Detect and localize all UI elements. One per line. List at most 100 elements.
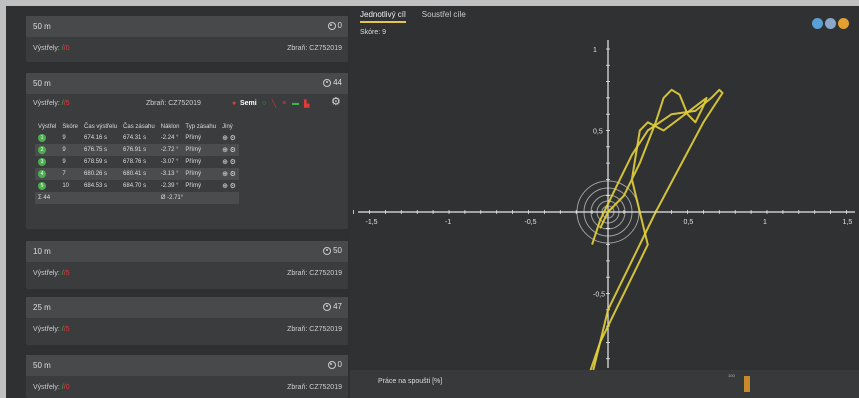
tilt-cell: -3.13 °: [157, 168, 183, 180]
shot-time-cell: 678.59 s: [84, 159, 108, 165]
table-row[interactable]: 4 7 680.26 s 680.41 s -3.13 ° Přímý ⊕ ⚙: [35, 168, 239, 180]
other-cell: ⊕ ⚙: [219, 132, 239, 144]
shot-number-badge: 2: [38, 146, 46, 154]
crosshair-icon[interactable]: ⊕: [222, 147, 228, 154]
shot-number-cell: 2: [35, 144, 60, 156]
shots-label: Výstřely:: [33, 45, 60, 52]
x-tick-label: 1: [763, 219, 767, 226]
card-info-row: Výstřely: //5 Zbraň: CZ752019: [26, 318, 348, 338]
score-value: 47: [333, 302, 342, 311]
series-card[interactable]: 10 m 50 Výstřely: //5 Zbraň: CZ752019: [26, 241, 348, 289]
gear-icon[interactable]: ⚙: [230, 183, 236, 190]
gear-icon[interactable]: ⚙: [230, 147, 236, 154]
x-tick-label: -0,5: [525, 219, 537, 226]
shot-number-cell: 3: [35, 156, 59, 168]
card-score: 0: [327, 21, 342, 30]
card-header: 50 m 0: [26, 355, 348, 376]
shots-label: Výstřely:: [33, 100, 60, 107]
distance-label: 50 m: [33, 22, 51, 31]
target-icon: [323, 246, 332, 255]
weapon-value: CZ752019: [309, 45, 342, 52]
series-card[interactable]: 50 m 44 Výstřely: //5 Zbraň: CZ752019 ● …: [26, 73, 348, 229]
crosshair-icon[interactable]: ⊕: [222, 159, 228, 166]
other-cell: ⊕ ⚙: [219, 168, 239, 180]
shots-count: /5: [63, 326, 70, 333]
weapon-summary: Zbraň: CZ752019: [287, 326, 342, 333]
shots-summary: Výstřely: //5: [33, 326, 70, 333]
hit-time-cell: 684.70 s: [123, 183, 147, 189]
table-row[interactable]: 2 9 676.75 s 676.91 s -2.72 ° Přímý ⊕ ⚙: [35, 144, 239, 156]
column-header: Skóre: [62, 124, 79, 130]
mode-flag-icon[interactable]: ▙: [304, 100, 309, 108]
shot-number-cell: 1: [35, 132, 59, 144]
tilt-cell: -2.24 °: [160, 135, 179, 141]
card-score: 44: [323, 78, 342, 87]
card-header: 25 m 47: [26, 297, 348, 318]
hit-type-cell: Přímý: [182, 144, 220, 156]
mode-circle-icon[interactable]: ○: [262, 100, 266, 107]
x-tick-label: -1,5: [366, 219, 378, 226]
shot-number-badge: 3: [38, 158, 46, 166]
weapon-label: Zbraň:: [287, 384, 308, 391]
hit-type-cell: Přímý: [185, 183, 202, 189]
x-tick-label: 1,5: [843, 219, 853, 226]
hit-type-cell: Přímý: [185, 135, 202, 141]
card-score: 0: [327, 360, 342, 369]
summary-row: Σ 44 Ø -2.71°: [35, 192, 239, 204]
record-dot-icon[interactable]: ●: [232, 100, 236, 107]
shot-time-cell: 680.26 s: [81, 168, 121, 180]
table-row[interactable]: 3 9 678.59 s 678.76 s -3.07 ° Přímý ⊕ ⚙: [35, 156, 239, 168]
mode-bars-icon[interactable]: ≡: [282, 100, 286, 107]
tilt-cell: -2.72 °: [157, 144, 183, 156]
score-value: 0: [337, 21, 342, 30]
gear-icon[interactable]: ⚙: [230, 159, 236, 166]
card-score: 47: [323, 302, 342, 311]
series-card[interactable]: 50 m 0 Výstřely: //0 Zbraň: CZ752019: [26, 16, 348, 62]
settings-gear-icon[interactable]: ⚙: [331, 95, 341, 108]
fire-mode[interactable]: Semi: [240, 100, 257, 107]
card-header: 50 m 0: [26, 16, 348, 37]
table-header-row: Výstřel Skóre Čas výstřelu Čas zásahu Náklon…: [35, 122, 239, 132]
card-header: 10 m 50: [26, 241, 348, 262]
shots-label: Výstřely:: [33, 384, 60, 391]
trigger-bar-fill: [744, 376, 750, 392]
score-cell: 9: [59, 144, 82, 156]
mode-line-icon[interactable]: ╲: [272, 100, 276, 108]
gear-icon[interactable]: ⚙: [230, 135, 236, 142]
shots-count: /0: [63, 384, 70, 391]
chart-panel: Jednotlivý cíl Soustřel cíle Skóre: 9 -1…: [350, 6, 859, 398]
hit-time-cell: 678.76 s: [123, 159, 147, 165]
series-panel: 50 m 0 Výstřely: //0 Zbraň: CZ752019 50 …: [6, 6, 350, 398]
weapon-summary: Zbraň: CZ752019: [287, 45, 342, 52]
crosshair-icon[interactable]: ⊕: [222, 171, 228, 178]
card-info-row: Výstřely: //0 Zbraň: CZ752019: [26, 37, 348, 57]
series-card[interactable]: 50 m 0 Výstřely: //0 Zbraň: CZ752019: [26, 355, 348, 398]
shot-time-cell: 674.16 s: [84, 135, 108, 141]
table-row[interactable]: 5 10 684.53 s 684.70 s -2.39 ° Přímý ⊕ ⚙: [35, 180, 239, 192]
shots-count: /0: [63, 45, 70, 52]
weapon-value: CZ752019: [309, 384, 342, 391]
avg-cell: Ø -2.71°: [157, 192, 239, 204]
crosshair-icon[interactable]: ⊕: [222, 183, 228, 190]
hit-type-cell: Přímý: [185, 159, 202, 165]
distance-label: 50 m: [33, 79, 51, 88]
weapon-label: Zbraň:: [287, 326, 308, 333]
shot-time-cell: 676.75 s: [81, 144, 121, 156]
gear-icon[interactable]: ⚙: [230, 171, 236, 178]
weapon-summary: Zbraň: CZ752019: [287, 270, 342, 277]
table-row[interactable]: 1 9 674.16 s 674.31 s -2.24 ° Přímý ⊕ ⚙: [35, 132, 239, 144]
column-header: Typ zásahu: [185, 124, 217, 130]
column-header: Výstřel: [38, 124, 57, 130]
weapon-summary: Zbraň: CZ752019: [287, 384, 342, 391]
weapon-value: CZ752019: [168, 100, 201, 107]
mode-rect-icon[interactable]: ▬: [292, 100, 299, 107]
shot-time-cell: 684.53 s: [84, 183, 108, 189]
hit-time-cell: 680.41 s: [120, 168, 158, 180]
score-value: 0: [337, 360, 342, 369]
weapon-summary: Zbraň: CZ752019: [146, 100, 201, 107]
series-card[interactable]: 25 m 47 Výstřely: //5 Zbraň: CZ752019: [26, 297, 348, 345]
hit-type-cell: Přímý: [182, 168, 220, 180]
distance-label: 50 m: [33, 361, 51, 370]
other-cell: ⊕ ⚙: [219, 144, 239, 156]
crosshair-icon[interactable]: ⊕: [222, 135, 228, 142]
